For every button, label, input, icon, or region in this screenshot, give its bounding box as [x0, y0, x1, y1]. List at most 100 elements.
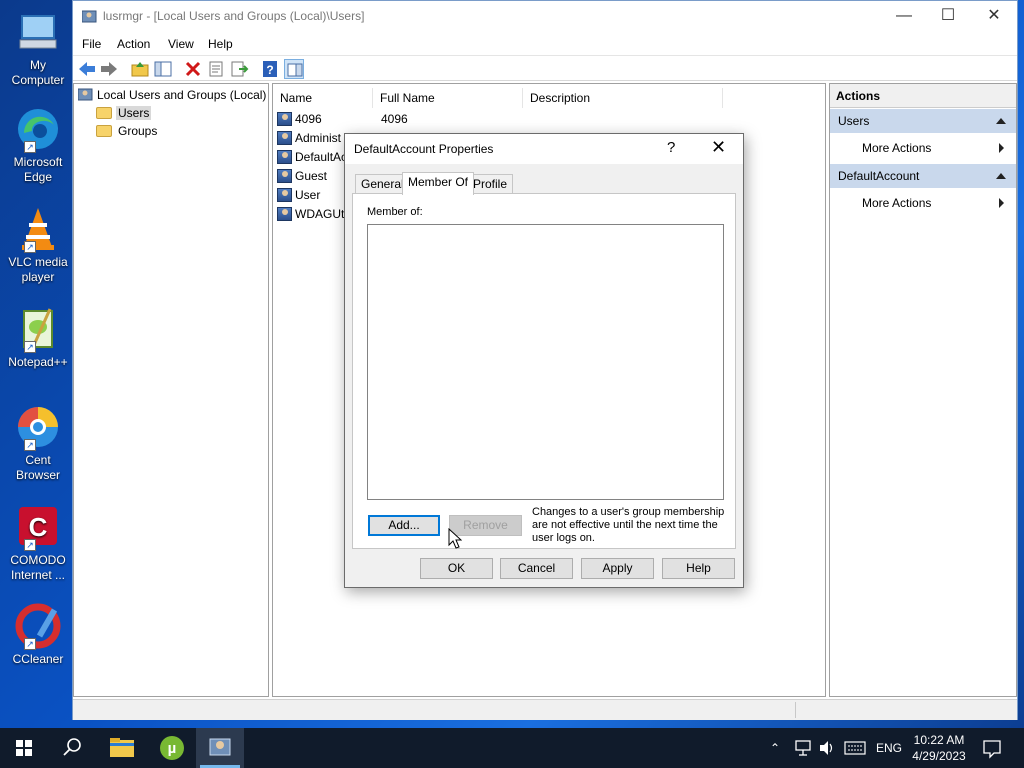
properties-icon[interactable]	[206, 59, 226, 79]
cancel-button[interactable]: Cancel	[500, 558, 573, 579]
desktop-icon-edge[interactable]: ↗ Microsoft Edge	[2, 105, 74, 185]
table-row[interactable]: DefaultAc	[277, 148, 347, 167]
keyboard-icon[interactable]	[844, 728, 866, 768]
desktop-icon-label: Notepad++	[8, 355, 68, 369]
desktop-icon-notepadpp[interactable]: ↗ Notepad++	[2, 305, 74, 370]
member-of-list[interactable]	[367, 224, 724, 500]
user-icon	[277, 188, 292, 202]
menu-view[interactable]: View	[168, 37, 194, 51]
desktop-icon-ccleaner[interactable]: ↗ CCleaner	[2, 602, 74, 667]
search-icon[interactable]	[48, 728, 96, 768]
more-actions-users[interactable]: More Actions	[830, 133, 1016, 163]
file-explorer-icon[interactable]	[98, 728, 146, 768]
notepadpp-icon: ↗	[14, 305, 62, 353]
submenu-arrow-icon	[999, 198, 1004, 208]
actions-section-defaultaccount[interactable]: DefaultAccount	[830, 164, 1016, 188]
tree-root-label: Local Users and Groups (Local)	[97, 88, 267, 102]
utorrent-icon[interactable]: µ	[148, 728, 196, 768]
desktop-icon-label: COMODO Internet ...	[10, 553, 66, 582]
cent-browser-icon: ↗	[14, 403, 62, 451]
status-bar	[73, 699, 1017, 720]
tree-item-groups[interactable]: Groups	[96, 122, 159, 140]
column-header-full-name[interactable]: Full Name	[373, 88, 523, 108]
menu-bar: File Action View Help	[73, 33, 1017, 55]
dialog-help-button[interactable]: ?	[667, 139, 675, 156]
desktop-icon-label: Microsoft Edge	[13, 155, 63, 184]
tree-root[interactable]: Local Users and Groups (Local)	[77, 86, 267, 104]
clock-date: 4/29/2023	[912, 749, 966, 763]
column-header-name[interactable]: Name	[273, 88, 373, 108]
status-divider	[795, 702, 796, 718]
svg-text:C: C	[29, 512, 48, 542]
table-row[interactable]: 4096 4096	[277, 110, 408, 129]
clock[interactable]: 10:22 AM 4/29/2023	[912, 728, 966, 768]
close-button[interactable]: ✕	[971, 1, 1017, 31]
comodo-icon: C ↗	[14, 503, 62, 551]
tab-member-of[interactable]: Member Of	[402, 172, 475, 195]
toolbar: ?	[73, 55, 1017, 81]
table-row[interactable]: Administ	[277, 129, 341, 148]
network-icon[interactable]	[794, 728, 812, 768]
tree-item-users[interactable]: Users	[96, 104, 152, 122]
menu-action[interactable]: Action	[117, 37, 150, 51]
dialog-close-button[interactable]: ✕	[711, 137, 726, 158]
table-row[interactable]: User	[277, 186, 320, 205]
taskbar: µ ⌃ ENG 10:22 AM 4/29/2023	[0, 728, 1024, 768]
ccleaner-icon: ↗	[14, 602, 62, 650]
actions-pane: Actions Users More Actions DefaultAccoun…	[829, 83, 1017, 697]
back-icon[interactable]	[77, 59, 97, 79]
desktop-icon-my-computer[interactable]: My Computer	[2, 8, 74, 88]
actions-header: Actions	[830, 84, 1016, 108]
menu-help[interactable]: Help	[208, 37, 233, 51]
actions-section-users[interactable]: Users	[830, 109, 1016, 133]
shortcut-arrow-icon: ↗	[24, 241, 36, 253]
column-header-description[interactable]: Description	[523, 88, 723, 108]
row-name: 4096	[295, 112, 322, 126]
submenu-arrow-icon	[999, 143, 1004, 153]
delete-icon[interactable]	[183, 59, 203, 79]
desktop-icon-comodo[interactable]: C ↗ COMODO Internet ...	[2, 503, 74, 583]
edge-icon: ↗	[14, 105, 62, 153]
desktop-icon-label: CCleaner	[12, 652, 64, 666]
more-actions-defaultaccount[interactable]: More Actions	[830, 188, 1016, 218]
mouse-pointer-icon	[448, 528, 462, 549]
maximize-button[interactable]: ☐	[925, 1, 971, 31]
window-titlebar[interactable]: lusrmgr - [Local Users and Groups (Local…	[73, 1, 1017, 33]
tree-item-label: Groups	[118, 124, 158, 138]
notification-icon[interactable]	[982, 728, 1002, 768]
minimize-button[interactable]: —	[881, 1, 927, 31]
language-indicator[interactable]: ENG	[876, 728, 902, 768]
dialog-titlebar[interactable]: DefaultAccount Properties ? ✕	[345, 134, 743, 164]
desktop-icon-label: VLC media player	[8, 255, 68, 284]
help-icon[interactable]: ?	[260, 59, 280, 79]
lusrmgr-app-icon	[82, 10, 97, 23]
lusrmgr-taskbar-icon[interactable]	[196, 728, 244, 768]
desktop-icon-vlc[interactable]: ↗ VLC media player	[2, 205, 74, 285]
member-of-label: Member of:	[367, 206, 423, 218]
apply-button[interactable]: Apply	[581, 558, 654, 579]
shortcut-arrow-icon: ↗	[24, 341, 36, 353]
help-button[interactable]: Help	[662, 558, 735, 579]
show-hidden-icons-chevron-icon[interactable]: ⌃	[770, 728, 788, 768]
svg-text:?: ?	[266, 63, 273, 77]
show-hide-action-pane-icon[interactable]	[284, 59, 304, 79]
up-folder-icon[interactable]	[130, 59, 150, 79]
more-actions-label: More Actions	[862, 196, 932, 210]
actions-section-title: Users	[838, 114, 870, 128]
row-name: User	[295, 188, 321, 202]
forward-icon[interactable]	[99, 59, 119, 79]
volume-icon[interactable]	[818, 728, 836, 768]
table-row[interactable]: WDAGUti	[277, 205, 347, 224]
row-name: Guest	[295, 169, 328, 183]
export-icon[interactable]	[229, 59, 249, 79]
dialog-title: DefaultAccount Properties	[354, 142, 494, 156]
desktop-icon-cent-browser[interactable]: ↗ Cent Browser	[2, 403, 74, 483]
table-row[interactable]: Guest	[277, 167, 327, 186]
start-button[interactable]	[0, 728, 48, 768]
svg-text:µ: µ	[168, 740, 177, 757]
member-of-panel: Member of: Add... Remove Changes to a us…	[352, 193, 736, 549]
show-hide-tree-icon[interactable]	[153, 59, 173, 79]
add-button[interactable]: Add...	[368, 515, 440, 536]
ok-button[interactable]: OK	[420, 558, 493, 579]
menu-file[interactable]: File	[82, 37, 101, 51]
